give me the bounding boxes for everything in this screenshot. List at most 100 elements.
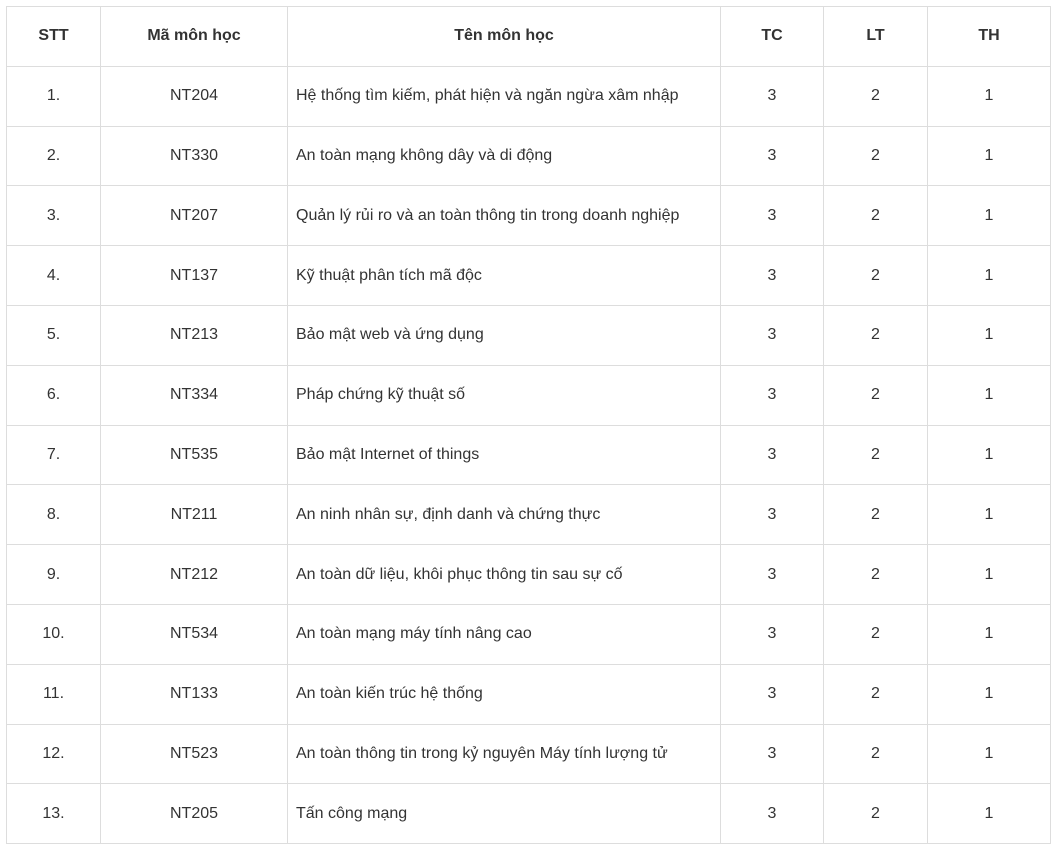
table-row: 12. NT523 An toàn thông tin trong kỷ nguyê…	[6, 723, 1051, 785]
cell-tc: 3	[720, 484, 824, 546]
cell-stt: 4.	[6, 245, 101, 306]
cell-course-code: NT207	[100, 185, 288, 247]
cell-course-code: NT534	[100, 603, 288, 665]
table-row: 6. NT334 Pháp chứng kỹ thuật số 3 2 1	[6, 364, 1051, 426]
cell-stt: 5.	[6, 304, 101, 366]
table-row: 8. NT211 An ninh nhân sự, định danh và chứ…	[6, 484, 1051, 546]
cell-stt: 13.	[6, 783, 101, 845]
table-header: STT Mã môn học Tên môn học TC LT TH	[6, 6, 1051, 67]
cell-th: 1	[927, 484, 1051, 546]
cell-course-name: An toàn thông tin trong kỷ nguyên Máy tí…	[287, 723, 721, 785]
cell-lt: 2	[823, 484, 928, 546]
cell-stt: 3.	[6, 185, 101, 247]
cell-th: 1	[927, 424, 1051, 486]
table-row: 10. NT534 An toàn mạng máy tính nâng cao 3 2…	[6, 603, 1051, 665]
cell-course-name: An toàn mạng không dây và di động	[287, 125, 721, 187]
table-row: 13. NT205 Tấn công mạng 3 2 1	[6, 783, 1051, 845]
table-body: 1. NT204 Hệ thống tìm kiếm, phát hiện và n…	[6, 65, 1051, 845]
cell-lt: 2	[823, 245, 928, 306]
header-th: TH	[927, 6, 1051, 67]
header-course-code: Mã môn học	[100, 6, 288, 67]
cell-course-code: NT205	[100, 783, 288, 845]
cell-lt: 2	[823, 603, 928, 665]
cell-course-code: NT204	[100, 65, 288, 127]
cell-lt: 2	[823, 544, 928, 605]
table-row: 3. NT207 Quản lý rủi ro và an toàn thông t…	[6, 185, 1051, 247]
cell-course-code: NT212	[100, 544, 288, 605]
header-tc: TC	[720, 6, 824, 67]
cell-course-name: Tấn công mạng	[287, 783, 721, 845]
cell-course-name: An ninh nhân sự, định danh và chứng thực	[287, 484, 721, 546]
cell-course-name: Bảo mật web và ứng dụng	[287, 304, 721, 366]
table-row: 2. NT330 An toàn mạng không dây và di động…	[6, 125, 1051, 187]
cell-tc: 3	[720, 364, 824, 426]
cell-course-code: NT330	[100, 125, 288, 187]
cell-stt: 2.	[6, 125, 101, 187]
cell-stt: 8.	[6, 484, 101, 546]
cell-tc: 3	[720, 603, 824, 665]
cell-course-name: Pháp chứng kỹ thuật số	[287, 364, 721, 426]
cell-th: 1	[927, 245, 1051, 306]
cell-course-code: NT535	[100, 424, 288, 486]
cell-course-name: Bảo mật Internet of things	[287, 424, 721, 486]
cell-tc: 3	[720, 185, 824, 247]
table-row: 11. NT133 An toàn kiến trúc hệ thống 3 2 1	[6, 663, 1051, 725]
cell-tc: 3	[720, 245, 824, 306]
cell-tc: 3	[720, 125, 824, 187]
cell-th: 1	[927, 783, 1051, 845]
table-row: 1. NT204 Hệ thống tìm kiếm, phát hiện và n…	[6, 65, 1051, 127]
cell-th: 1	[927, 544, 1051, 605]
cell-tc: 3	[720, 544, 824, 605]
cell-course-name: Kỹ thuật phân tích mã độc	[287, 245, 721, 306]
cell-lt: 2	[823, 424, 928, 486]
table-row: 9. NT212 An toàn dữ liệu, khôi phục thông …	[6, 544, 1051, 605]
cell-th: 1	[927, 65, 1051, 127]
cell-lt: 2	[823, 723, 928, 785]
cell-course-name: An toàn kiến trúc hệ thống	[287, 663, 721, 725]
cell-th: 1	[927, 663, 1051, 725]
cell-course-code: NT213	[100, 304, 288, 366]
cell-stt: 9.	[6, 544, 101, 605]
cell-course-code: NT137	[100, 245, 288, 306]
course-table-container: STT Mã môn học Tên môn học TC LT TH 1. NT…	[6, 6, 1051, 845]
cell-lt: 2	[823, 65, 928, 127]
cell-stt: 10.	[6, 603, 101, 665]
cell-stt: 7.	[6, 424, 101, 486]
cell-course-code: NT334	[100, 364, 288, 426]
cell-lt: 2	[823, 663, 928, 725]
header-stt: STT	[6, 6, 101, 67]
cell-tc: 3	[720, 304, 824, 366]
cell-th: 1	[927, 185, 1051, 247]
cell-course-name: Hệ thống tìm kiếm, phát hiện và ngăn ngừ…	[287, 65, 721, 127]
cell-th: 1	[927, 603, 1051, 665]
cell-tc: 3	[720, 65, 824, 127]
cell-lt: 2	[823, 364, 928, 426]
cell-stt: 11.	[6, 663, 101, 725]
header-lt: LT	[823, 6, 928, 67]
cell-tc: 3	[720, 783, 824, 845]
course-table: STT Mã môn học Tên môn học TC LT TH 1. NT…	[6, 6, 1051, 845]
cell-th: 1	[927, 364, 1051, 426]
table-row: 5. NT213 Bảo mật web và ứng dụng 3 2 1	[6, 304, 1051, 366]
header-row: STT Mã môn học Tên môn học TC LT TH	[6, 6, 1051, 67]
cell-th: 1	[927, 304, 1051, 366]
cell-tc: 3	[720, 663, 824, 725]
cell-lt: 2	[823, 185, 928, 247]
table-row: 4. NT137 Kỹ thuật phân tích mã độc 3 2 1	[6, 245, 1051, 306]
cell-course-code: NT133	[100, 663, 288, 725]
cell-lt: 2	[823, 783, 928, 845]
cell-stt: 6.	[6, 364, 101, 426]
header-course-name: Tên môn học	[287, 6, 721, 67]
cell-course-name: An toàn mạng máy tính nâng cao	[287, 603, 721, 665]
cell-lt: 2	[823, 304, 928, 366]
cell-course-name: An toàn dữ liệu, khôi phục thông tin sau…	[287, 544, 721, 605]
cell-tc: 3	[720, 424, 824, 486]
cell-th: 1	[927, 723, 1051, 785]
cell-th: 1	[927, 125, 1051, 187]
table-row: 7. NT535 Bảo mật Internet of things 3 2 1	[6, 424, 1051, 486]
cell-course-code: NT523	[100, 723, 288, 785]
cell-stt: 1.	[6, 65, 101, 127]
cell-tc: 3	[720, 723, 824, 785]
cell-course-code: NT211	[100, 484, 288, 546]
cell-course-name: Quản lý rủi ro và an toàn thông tin tron…	[287, 185, 721, 247]
